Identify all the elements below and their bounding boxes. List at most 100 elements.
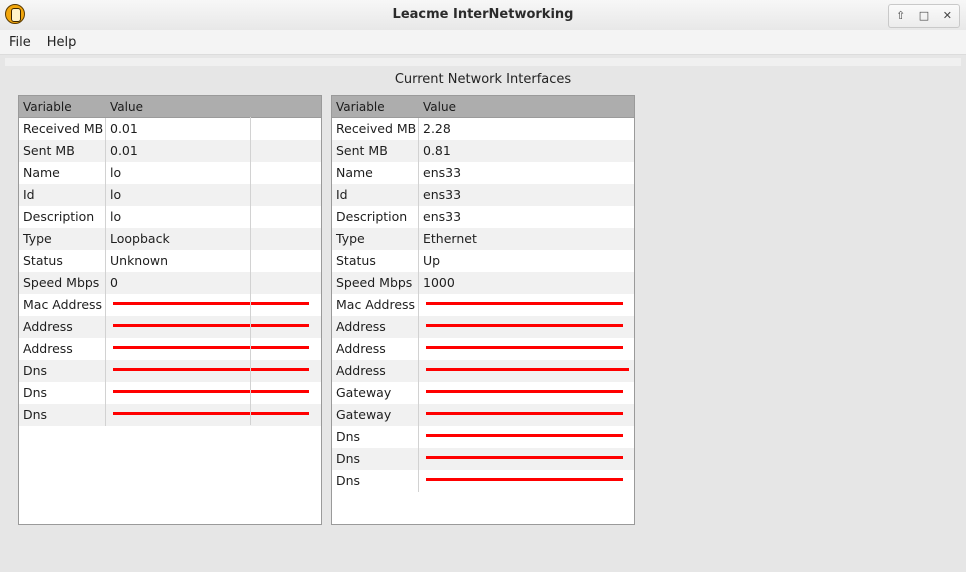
table-row[interactable]: Sent MB 0.01 [19,140,321,162]
interface-table-lo[interactable]: Variable Value Received MB 0.01 Sent MB 0.0… [18,95,322,525]
variable-cell: Name [332,162,419,184]
value-cell: lo [110,209,122,224]
variable-cell: Sent MB [19,140,106,162]
interfaces-caption: Current Network Interfaces [394,72,572,87]
minimize-icon[interactable]: ⇧ [894,9,908,23]
value-cell [106,382,321,404]
table-row[interactable]: Dns [19,360,321,382]
table-row[interactable]: Status Up [332,250,634,272]
table-row[interactable]: Name ens33 [332,162,634,184]
menu-file[interactable]: File [0,35,38,50]
table-header: Variable Value [332,96,634,118]
table-row[interactable]: Received MB 0.01 [19,118,321,140]
variable-cell: Description [19,206,106,228]
variable-cell: Type [19,228,106,250]
table-row[interactable]: Sent MB 0.81 [332,140,634,162]
table-row[interactable]: Dns [332,426,634,448]
table-row[interactable]: Dns [332,448,634,470]
redaction-bar [113,390,309,393]
value-cell [419,448,634,470]
value-cell [419,316,634,338]
redaction-bar [426,478,623,481]
value-cell [106,404,321,426]
value-cell: ens33 [423,209,462,224]
table-row[interactable]: Type Loopback [19,228,321,250]
table-row[interactable]: Address [332,338,634,360]
table-row[interactable]: Mac Address [19,294,321,316]
table-header: Variable Value [19,96,321,118]
close-icon[interactable]: ✕ [940,9,954,23]
variable-cell: Gateway [332,382,419,404]
table-row[interactable]: Received MB 2.28 [332,118,634,140]
value-cell: lo [110,187,122,202]
value-cell: Up [423,253,441,268]
table-row[interactable]: Gateway [332,382,634,404]
interface-table-ens33[interactable]: Variable Value Received MB 2.28 Sent MB 0.8… [331,95,635,525]
table-row[interactable]: Name lo [19,162,321,184]
table-row[interactable]: Speed Mbps 1000 [332,272,634,294]
value-cell [419,360,634,382]
value-cell [419,426,634,448]
variable-cell: Status [19,250,106,272]
variable-cell: Dns [332,448,419,470]
column-header-value[interactable]: Value [419,100,456,114]
table-row[interactable]: Mac Address [332,294,634,316]
redaction-bar [113,368,309,371]
table-row[interactable]: Type Ethernet [332,228,634,250]
variable-cell: Mac Address [332,294,419,316]
table-row[interactable]: Dns [19,404,321,426]
table-row[interactable]: Status Unknown [19,250,321,272]
table-row[interactable]: Description ens33 [332,206,634,228]
variable-cell: Status [332,250,419,272]
table-row[interactable]: Id ens33 [332,184,634,206]
redaction-bar [426,434,623,437]
variable-cell: Received MB [332,118,419,140]
menu-help[interactable]: Help [38,35,84,50]
redaction-bar [426,390,623,393]
variable-cell: Dns [19,360,106,382]
table-row[interactable]: Description lo [19,206,321,228]
value-cell: 1000 [423,275,455,290]
column-header-variable[interactable]: Variable [332,100,419,114]
value-cell: lo [110,165,122,180]
variable-cell: Description [332,206,419,228]
value-cell [419,294,634,316]
table-row[interactable]: Address [332,316,634,338]
variable-cell: Sent MB [332,140,419,162]
value-cell [106,316,321,338]
table-row[interactable]: Address [19,316,321,338]
value-cell: 0.01 [110,143,138,158]
redaction-bar [426,324,623,327]
redaction-bar [426,302,623,305]
redaction-bar [426,456,623,459]
redaction-bar [113,412,309,415]
column-header-variable[interactable]: Variable [19,100,106,114]
variable-cell: Mac Address [19,294,106,316]
table-row[interactable]: Address [19,338,321,360]
value-cell [106,360,321,382]
table-row[interactable]: Dns [19,382,321,404]
value-cell [419,382,634,404]
value-cell [419,338,634,360]
maximize-icon[interactable]: □ [917,9,931,23]
table-row[interactable]: Address [332,360,634,382]
table-row[interactable]: Id lo [19,184,321,206]
table-row[interactable]: Speed Mbps 0 [19,272,321,294]
value-cell [106,338,321,360]
value-cell [419,470,634,492]
value-cell: 0.01 [110,121,138,136]
window-title: Leacme InterNetworking [392,7,574,22]
column-header-value[interactable]: Value [106,100,143,114]
variable-cell: Id [19,184,106,206]
table-row[interactable]: Gateway [332,404,634,426]
table-body: Received MB 0.01 Sent MB 0.01 Name lo Id lo Desc… [19,118,321,426]
value-cell: 0 [110,275,118,290]
window-controls: ⇧ □ ✕ [888,4,960,28]
redaction-bar [426,368,629,371]
table-row[interactable]: Dns [332,470,634,492]
variable-cell: Address [19,338,106,360]
variable-cell: Dns [332,426,419,448]
redaction-bar [113,324,309,327]
table-body: Received MB 2.28 Sent MB 0.81 Name ens33 Id ens… [332,118,634,492]
value-cell [106,294,321,316]
